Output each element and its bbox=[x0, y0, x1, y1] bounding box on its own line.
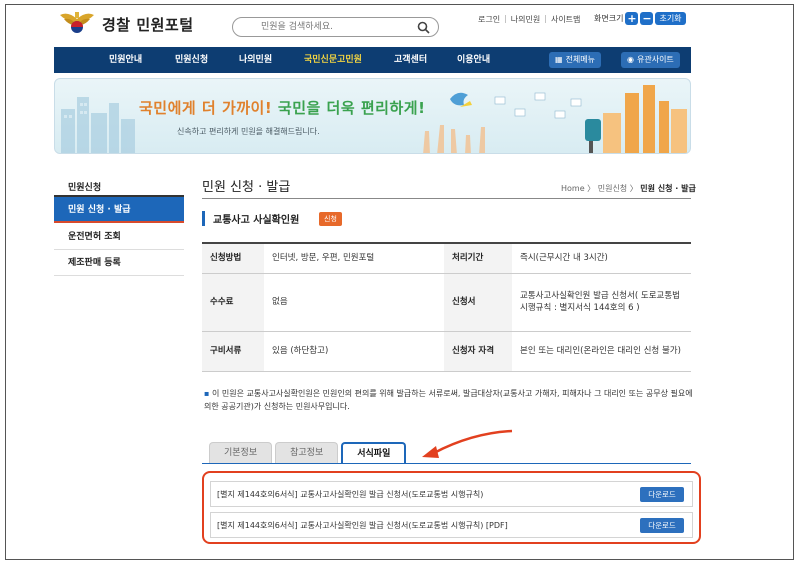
file-name: [별지 제144호의6서식] 교통사고사실확인원 발급 신청서(도로교통법 시행… bbox=[217, 521, 508, 530]
menu-icon: ▦ bbox=[555, 55, 563, 64]
all-menu-button[interactable]: ▦ 전체메뉴 bbox=[549, 52, 602, 68]
file-list-highlight: [별지 제144호의6서식] 교통사고사실확인원 발급 신청서(도로교통법 시행… bbox=[202, 471, 701, 544]
tab-basic-info[interactable]: 기본정보 bbox=[209, 442, 273, 463]
tab-bar: 기본정보 참고정보 서식파일 bbox=[209, 442, 407, 463]
table-row: 구비서류 있음 (하단참고) 신청자 자격 본인 또는 대리인(온라인은 대리인… bbox=[202, 331, 691, 372]
nav-item-guide[interactable]: 민원안내 bbox=[109, 47, 142, 73]
notice-text: ▪ 이 민원은 교통사고사실확인원은 민원인의 편의를 위해 발급하는 서류로써… bbox=[204, 388, 694, 414]
logo-text: 경찰 민원포털 bbox=[102, 15, 194, 34]
nav-item-usage-guide[interactable]: 이용안내 bbox=[457, 47, 490, 73]
fee-value: 없음 bbox=[264, 273, 444, 332]
my-petitions-link[interactable]: 나의민원 bbox=[511, 14, 540, 25]
banner-title: 국민에게 더 가까이! 국민을 더욱 편리하게! bbox=[139, 97, 425, 118]
nav-item-apply[interactable]: 민원신청 bbox=[175, 47, 208, 73]
search-input[interactable] bbox=[261, 18, 431, 36]
download-button[interactable]: 다운로드 bbox=[640, 518, 684, 533]
sidebar-item-manufacture-registration[interactable]: 제조판매 등록 bbox=[54, 250, 184, 276]
tab-form-files[interactable]: 서식파일 bbox=[341, 442, 407, 463]
download-button[interactable]: 다운로드 bbox=[640, 487, 684, 502]
method-value: 인터넷, 방문, 우편, 민원포털 bbox=[264, 243, 444, 274]
police-emblem-icon bbox=[58, 9, 96, 39]
file-row: [별지 제144호의6서식] 교통사고사실확인원 발급 신청서(도로교통법 시행… bbox=[210, 512, 693, 538]
utility-links: 로그인 | 나의민원 | 사이트맵 bbox=[478, 14, 580, 25]
section-title: 교통사고 사실확인원 bbox=[202, 211, 299, 226]
bullet-icon: ▪ bbox=[204, 389, 212, 398]
docs-label: 구비서류 bbox=[202, 331, 264, 372]
breadcrumb-separator: 〉 bbox=[587, 184, 596, 193]
banner-title-part-2: 국민을 더욱 편리하게! bbox=[277, 99, 426, 117]
banner-subtitle: 신속하고 편리하게 민원을 해결해드립니다. bbox=[177, 127, 320, 136]
main-nav: 민원안내 민원신청 나의민원 국민신문고민원 고객센터 이용안내 ▦ 전체메뉴 … bbox=[54, 47, 691, 73]
file-name: [별지 제144호의6서식] 교통사고사실확인원 발급 신청서(도로교통법 시행… bbox=[217, 490, 484, 499]
docs-value: 있음 (하단참고) bbox=[264, 331, 444, 372]
zoom-reset-button[interactable]: 초기화 bbox=[655, 12, 686, 25]
search-icon[interactable] bbox=[417, 21, 430, 34]
page-title: 민원 신청 · 발급 bbox=[202, 180, 291, 195]
all-menu-label: 전체메뉴 bbox=[565, 55, 596, 64]
divider: | bbox=[504, 14, 507, 23]
breadcrumb-current: 민원 신청 · 발급 bbox=[640, 184, 696, 193]
period-label: 처리기간 bbox=[444, 243, 512, 274]
nav-item-my-petitions[interactable]: 나의민원 bbox=[239, 47, 272, 73]
form-value: 교통사고사실확인원 발급 신청서( 도로교통법 시행규칙 : 별지서식 144호… bbox=[512, 273, 691, 332]
qualification-value: 본인 또는 대리인(온라인은 대리인 신청 불가) bbox=[512, 331, 691, 372]
eye-icon: ◉ bbox=[627, 55, 634, 64]
period-value: 즉시(근무시간 내 3시간) bbox=[512, 243, 691, 274]
table-row: 신청방법 인터넷, 방문, 우편, 민원포털 처리기간 즉시(근무시간 내 3시… bbox=[202, 243, 691, 274]
sidebar-item-apply-issue[interactable]: 민원 신청 · 발급 bbox=[54, 197, 184, 223]
info-table: 신청방법 인터넷, 방문, 우편, 민원포털 처리기간 즉시(근무시간 내 3시… bbox=[202, 242, 691, 372]
breadcrumb-apply[interactable]: 민원신청 bbox=[598, 184, 627, 193]
tab-reference-info[interactable]: 참고정보 bbox=[275, 442, 339, 463]
fee-label: 수수료 bbox=[202, 273, 264, 332]
zoom-controls: 화면크기 + − 초기화 bbox=[594, 12, 686, 25]
zoom-out-button[interactable]: − bbox=[640, 12, 654, 25]
breadcrumb: Home 〉 민원신청 〉 민원 신청 · 발급 bbox=[561, 183, 696, 194]
title-divider bbox=[202, 198, 691, 199]
divider: | bbox=[544, 14, 547, 23]
nav-item-epeople[interactable]: 국민신문고민원 bbox=[304, 47, 362, 73]
sidebar-item-license-lookup[interactable]: 운전면허 조회 bbox=[54, 224, 184, 250]
header: 경찰 민원포털 로그인 | 나의민원 | 사이트맵 화면크기 + − 초기화 bbox=[6, 5, 793, 43]
page-frame: 경찰 민원포털 로그인 | 나의민원 | 사이트맵 화면크기 + − 초기화 민… bbox=[5, 4, 794, 560]
login-link[interactable]: 로그인 bbox=[478, 14, 500, 25]
search-box[interactable] bbox=[232, 17, 439, 37]
file-row: [별지 제144호의6서식] 교통사고사실확인원 발급 신청서(도로교통법 시행… bbox=[210, 481, 693, 507]
red-arrow-annotation bbox=[422, 429, 513, 458]
method-label: 신청방법 bbox=[202, 243, 264, 274]
sidebar-title: 민원신청 bbox=[68, 183, 102, 193]
related-sites-label: 유관사이트 bbox=[636, 55, 674, 64]
form-label: 신청서 bbox=[444, 273, 512, 332]
breadcrumb-home[interactable]: Home bbox=[561, 184, 585, 193]
qualification-label: 신청자 자격 bbox=[444, 331, 512, 372]
tab-underline bbox=[202, 463, 691, 464]
table-row: 수수료 없음 신청서 교통사고사실확인원 발급 신청서( 도로교통법 시행규칙 … bbox=[202, 273, 691, 332]
related-sites-button[interactable]: ◉ 유관사이트 bbox=[621, 52, 680, 68]
apply-badge[interactable]: 신청 bbox=[319, 212, 342, 226]
zoom-in-button[interactable]: + bbox=[625, 12, 639, 25]
notice-body: 이 민원은 교통사고사실확인원은 민원인의 편의를 위해 발급하는 서류로써, … bbox=[204, 389, 693, 411]
sitemap-link[interactable]: 사이트맵 bbox=[551, 14, 580, 25]
banner-title-part-1: 국민에게 더 가까이! bbox=[139, 99, 273, 117]
logo[interactable]: 경찰 민원포털 bbox=[58, 9, 194, 39]
nav-item-customer-center[interactable]: 고객센터 bbox=[394, 47, 427, 73]
hero-banner: 국민에게 더 가까이! 국민을 더욱 편리하게! 신속하고 편리하게 민원을 해… bbox=[54, 78, 691, 154]
breadcrumb-separator: 〉 bbox=[629, 184, 638, 193]
zoom-label: 화면크기 bbox=[594, 14, 624, 23]
